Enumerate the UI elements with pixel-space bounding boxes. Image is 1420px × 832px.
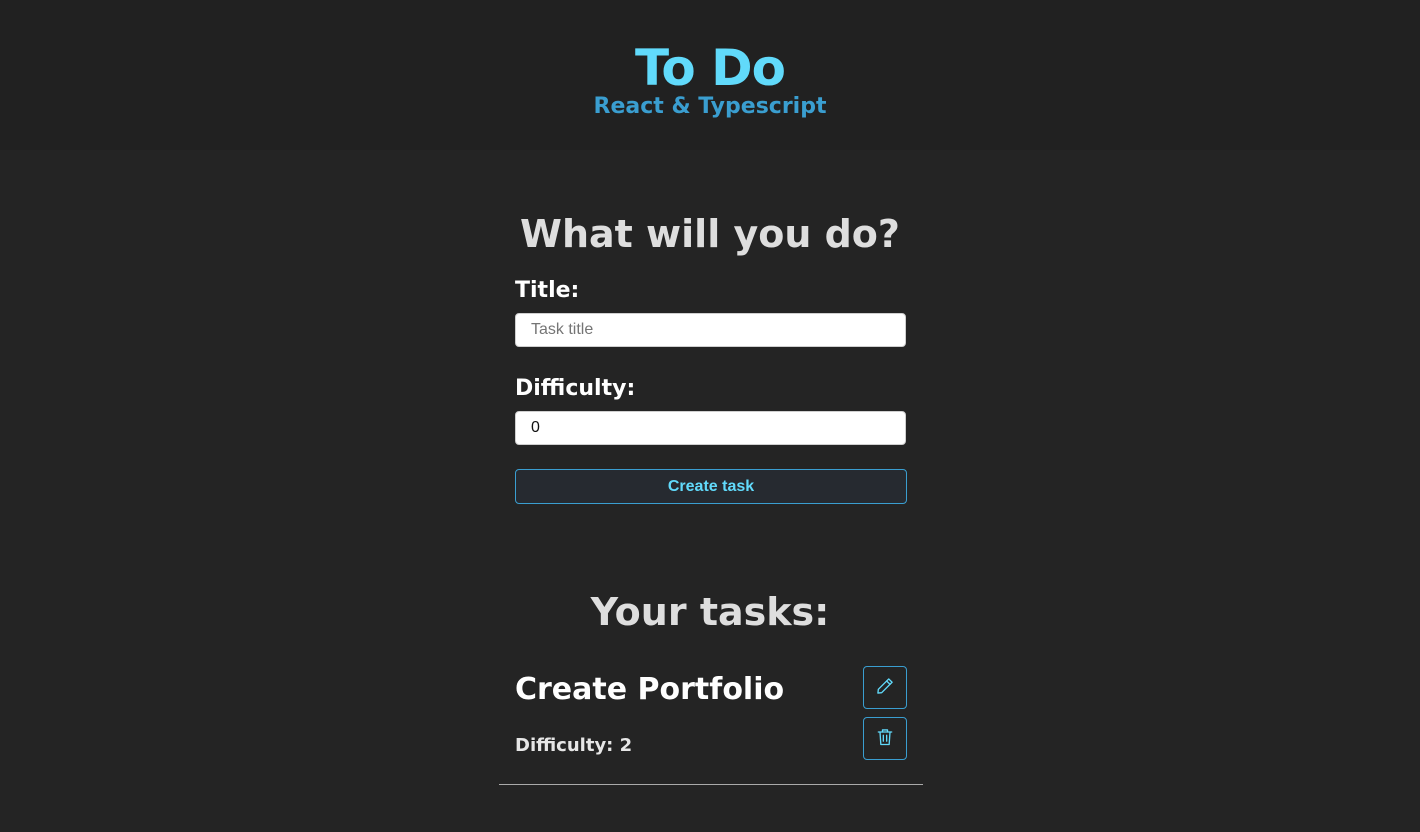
edit-task-button[interactable]: [863, 666, 907, 709]
create-task-button[interactable]: Create task: [515, 469, 907, 504]
task-title: Create Portfolio: [515, 672, 785, 707]
difficulty-input[interactable]: [515, 411, 906, 445]
app-subtitle: React & Typescript: [593, 94, 827, 119]
title-input[interactable]: [515, 313, 906, 347]
task-item: Create Portfolio Difficulty: 2: [499, 660, 923, 785]
difficulty-label: Difficulty:: [515, 376, 636, 401]
task-difficulty: Difficulty: 2: [515, 735, 633, 756]
app-title: To Do: [634, 39, 786, 97]
app-header: To Do React & Typescript: [0, 0, 1420, 150]
delete-task-button[interactable]: [863, 717, 907, 760]
form-heading: What will you do?: [520, 212, 900, 256]
pencil-icon: [875, 676, 895, 699]
title-label: Title:: [515, 278, 580, 303]
trash-icon: [875, 727, 895, 750]
task-list-heading: Your tasks:: [590, 590, 830, 634]
